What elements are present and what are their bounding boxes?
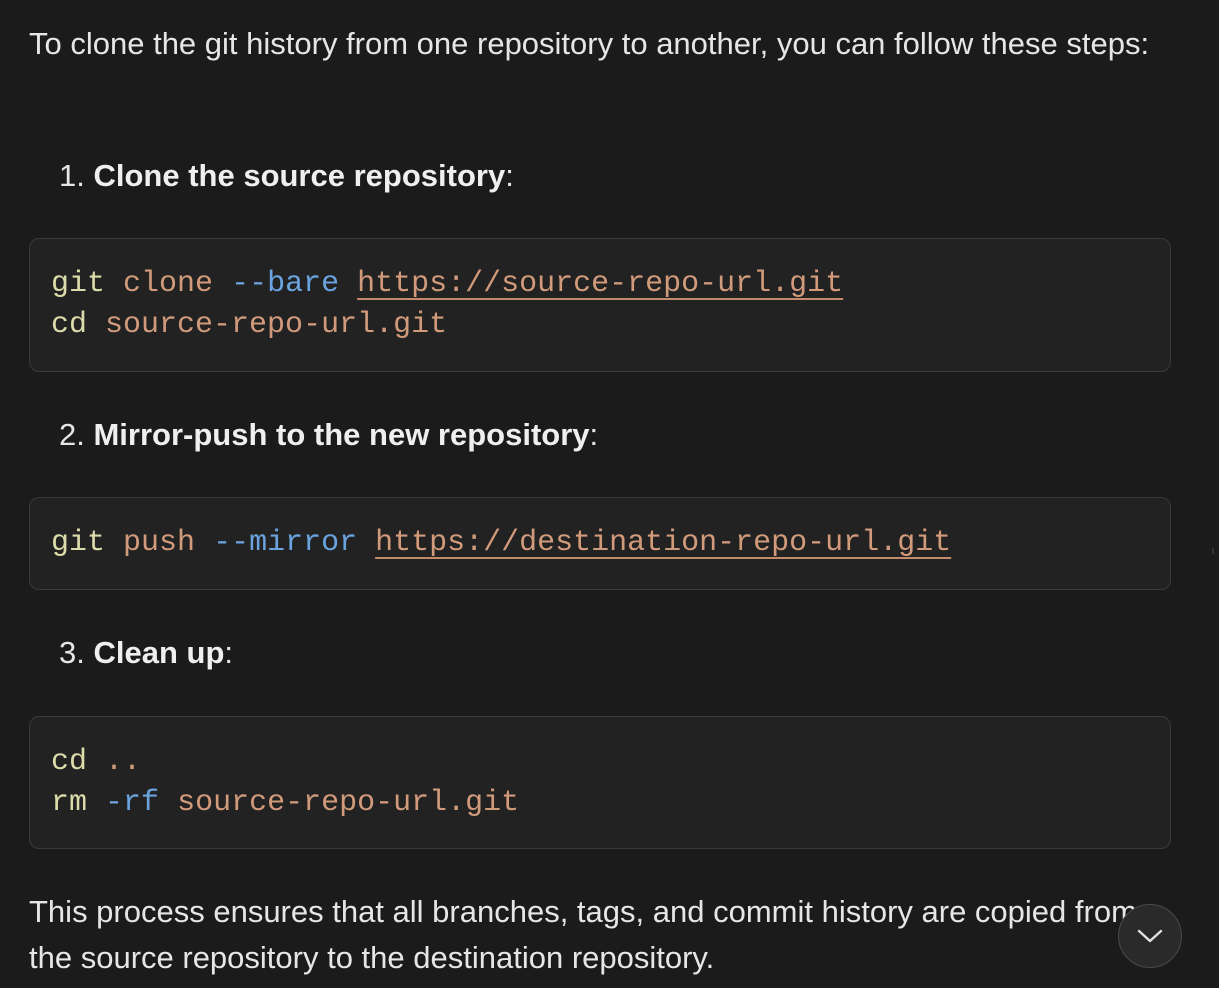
step-title: Clone the source repository	[93, 158, 506, 193]
code-token-sp	[159, 786, 177, 820]
code-token-cmd: cd	[51, 745, 88, 779]
outro-paragraph: This process ensures that all branches, …	[29, 894, 1137, 975]
code-block-2[interactable]: git push --mirror https://destination-re…	[29, 497, 1171, 590]
code-line: rm -rf source-repo-url.git	[51, 783, 1170, 824]
step-suffix: :	[505, 158, 514, 193]
chevron-down-icon	[1137, 929, 1163, 943]
code-token-flag: --bare	[231, 267, 340, 301]
step-heading-1: 1. Clone the source repository:	[59, 156, 514, 196]
code-token-str: push	[123, 526, 196, 560]
code-line: cd ..	[51, 742, 1170, 783]
code-token-flag: --mirror	[213, 526, 358, 560]
code-token-cmd: git	[51, 526, 106, 560]
scroll-to-bottom-button[interactable]	[1118, 904, 1182, 968]
code-token-sp	[87, 308, 105, 342]
code-token-flag: -rf	[105, 786, 160, 820]
step-title: Clean up	[93, 635, 225, 670]
step-suffix: :	[589, 417, 599, 452]
code-line: git push --mirror https://destination-re…	[51, 523, 1170, 564]
code-token-sp	[195, 526, 213, 560]
code-line: cd source-repo-url.git	[51, 305, 1170, 346]
code-token-str: source-repo-url.git	[105, 308, 448, 342]
intro-paragraph: To clone the git history from one reposi…	[29, 26, 1150, 61]
step-number: 3.	[59, 635, 85, 670]
code-line: git clone --bare https://source-repo-url…	[51, 264, 1170, 305]
code-block-3[interactable]: cd .. rm -rf source-repo-url.git	[29, 716, 1171, 849]
step-heading-3: 3. Clean up:	[59, 633, 233, 673]
code-block-1[interactable]: git clone --bare https://source-repo-url…	[29, 238, 1171, 372]
code-token-str: clone	[123, 267, 214, 301]
code-token-sp	[339, 267, 357, 301]
scrollbar-hint	[1212, 548, 1214, 554]
step-number: 2.	[59, 417, 85, 452]
code-token-str: source-repo-url.git	[177, 786, 520, 820]
code-token-sp	[87, 745, 105, 779]
code-token-cmd: git	[51, 267, 106, 301]
step-title: Mirror-push to the new repository	[93, 417, 590, 452]
code-token-sp	[105, 267, 123, 301]
code-token-sp	[105, 526, 123, 560]
code-token-sp	[87, 786, 105, 820]
step-number: 1.	[59, 158, 85, 193]
code-token-url[interactable]: https://source-repo-url.git	[357, 267, 843, 301]
code-token-url[interactable]: https://destination-repo-url.git	[375, 526, 951, 560]
code-token-str: ..	[105, 745, 142, 779]
step-heading-2: 2. Mirror-push to the new repository:	[59, 415, 598, 455]
step-suffix: :	[224, 635, 234, 670]
code-token-sp	[213, 267, 231, 301]
code-token-sp	[357, 526, 375, 560]
code-token-cmd: rm	[51, 786, 88, 820]
code-token-cmd: cd	[51, 308, 88, 342]
